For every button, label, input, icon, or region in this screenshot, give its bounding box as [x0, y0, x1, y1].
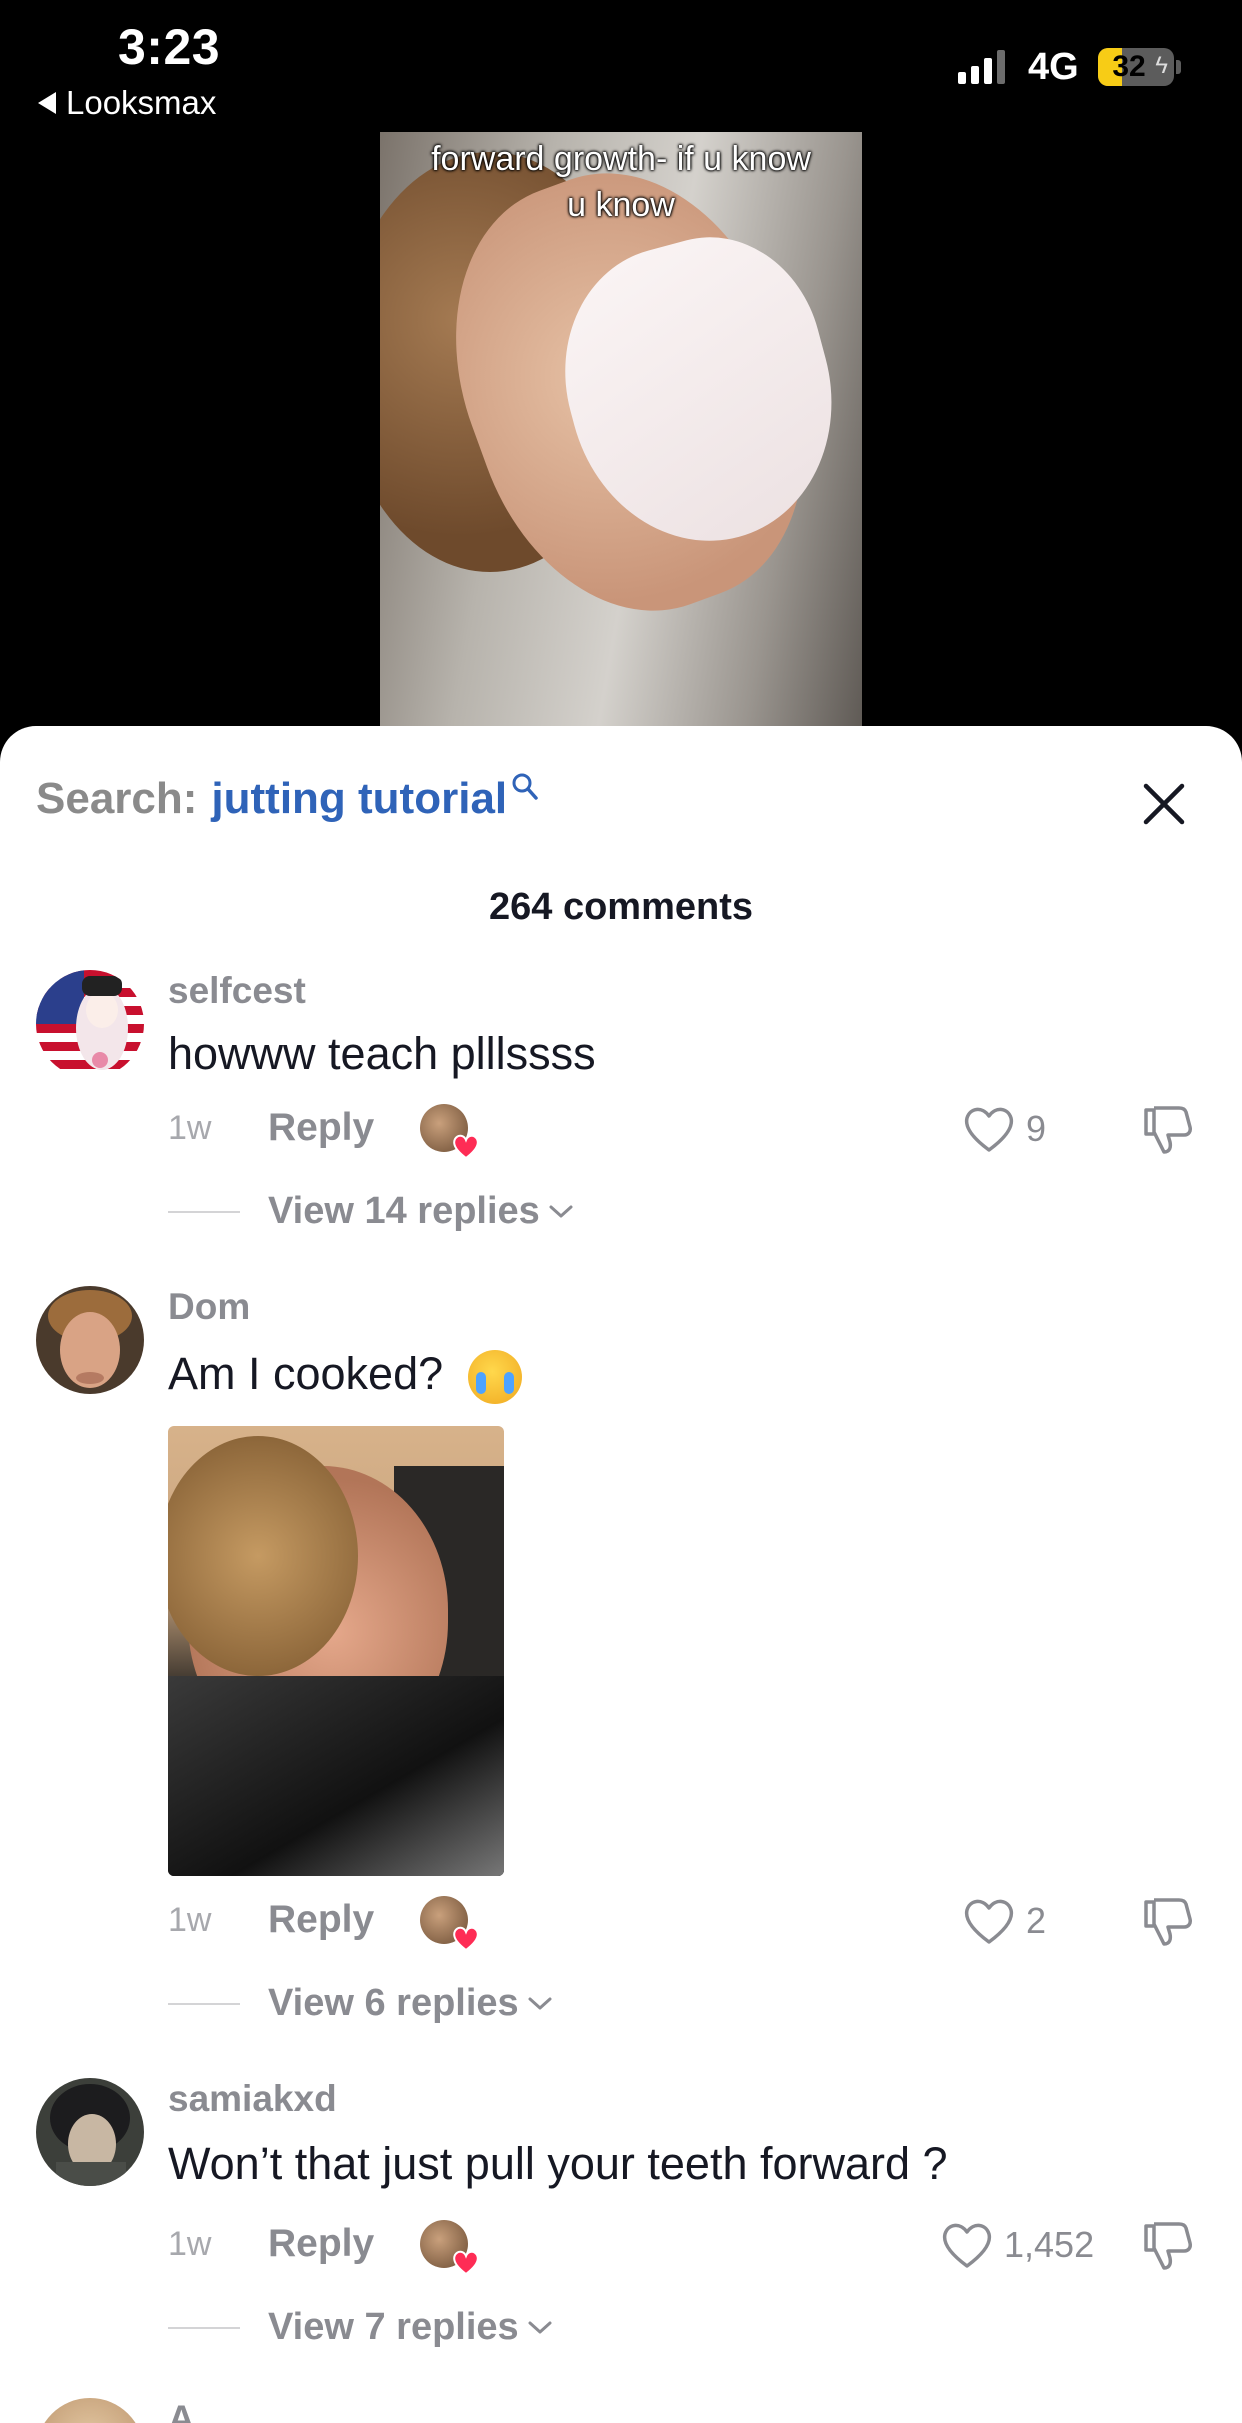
heart-outline-icon — [942, 2223, 992, 2268]
comment-time: 1w — [168, 1900, 212, 1939]
chevron-down-icon — [528, 2321, 552, 2333]
view-replies-button[interactable]: View 14 replies — [168, 1190, 574, 1233]
cellular-signal-icon — [958, 48, 1005, 84]
avatar[interactable] — [36, 2078, 144, 2186]
comment-text: Won’t that just pull your teeth forward … — [168, 2138, 948, 2189]
search-suggestion[interactable]: Search: jutting tutorial — [36, 773, 539, 824]
battery-level: 32 — [1112, 50, 1146, 83]
view-replies-label: View 7 replies — [268, 2306, 519, 2348]
comments-sheet: Search: jutting tutorial 264 comments se… — [0, 726, 1242, 2423]
battery-indicator: 32 ϟ — [1098, 48, 1174, 86]
comment-meta: 1w Reply — [168, 2220, 479, 2276]
view-replies-button[interactable]: View 7 replies — [168, 2306, 553, 2349]
like-button[interactable]: 9 — [962, 1104, 1046, 1154]
crying-face-icon — [467, 1350, 522, 1405]
comment-username[interactable]: A — [168, 2398, 195, 2423]
avatar[interactable] — [36, 2398, 144, 2423]
thumbs-down-icon[interactable] — [1140, 1102, 1196, 1158]
back-triangle-icon — [38, 92, 56, 114]
reply-button[interactable]: Reply — [268, 1106, 420, 1150]
reply-button[interactable]: Reply — [268, 2222, 420, 2266]
comment-meta: 1w Reply — [168, 1104, 479, 1160]
close-icon[interactable] — [1138, 778, 1190, 830]
comment-meta: 1w Reply — [168, 1896, 479, 1952]
chevron-down-icon — [549, 1205, 573, 1217]
chevron-down-icon — [528, 1997, 552, 2009]
view-replies-label: View 14 replies — [268, 1190, 540, 1232]
avatar[interactable] — [36, 1286, 144, 1394]
status-time: 3:23 — [118, 19, 221, 75]
thumbs-down-icon[interactable] — [1140, 2218, 1196, 2274]
view-replies-label: View 6 replies — [268, 1982, 519, 2024]
video-caption: forward growth- if u know u know — [431, 140, 811, 224]
comment-time: 1w — [168, 1108, 212, 1147]
creator-heart-icon — [453, 2250, 479, 2276]
like-button[interactable]: 2 — [962, 1896, 1046, 1946]
creator-liked-badge — [420, 1104, 479, 1160]
comment-username[interactable]: Dom — [168, 1286, 250, 1328]
comment-count: 264 comments — [488, 886, 753, 928]
search-icon — [512, 773, 538, 800]
comment-text-row: Am I cooked? — [168, 1348, 522, 1405]
view-replies-button[interactable]: View 6 replies — [168, 1982, 553, 2025]
comment-username[interactable]: selfcest — [168, 970, 306, 1012]
like-count: 2 — [1026, 1900, 1047, 1941]
search-term[interactable]: jutting tutorial — [211, 774, 507, 824]
reply-button[interactable]: Reply — [268, 1898, 420, 1942]
creator-heart-icon — [453, 1926, 479, 1952]
avatar[interactable] — [36, 970, 144, 1078]
comment-text: howww teach plllssss — [168, 1028, 596, 1079]
comment-photo[interactable] — [168, 1426, 504, 1876]
battery-tip — [1176, 60, 1181, 74]
back-app-label: Looksmax — [66, 84, 217, 121]
creator-heart-icon — [453, 1134, 479, 1160]
heart-outline-icon — [964, 1899, 1014, 1944]
comment-time: 1w — [168, 2224, 212, 2263]
creator-liked-badge — [420, 2220, 479, 2276]
comment-username[interactable]: samiakxd — [168, 2078, 337, 2120]
video-preview[interactable]: forward growth- if u know u know — [380, 132, 862, 732]
thumbs-down-icon[interactable] — [1140, 1894, 1196, 1950]
comment-text: Am I cooked? — [168, 1348, 444, 1399]
charging-bolt-icon: ϟ — [1155, 52, 1168, 79]
like-button[interactable]: 1,452 — [940, 2220, 1094, 2270]
search-label: Search: — [36, 774, 198, 823]
back-to-app-button[interactable]: Looksmax — [38, 84, 216, 122]
creator-liked-badge — [420, 1896, 479, 1952]
heart-outline-icon — [964, 1107, 1014, 1152]
like-count: 9 — [1026, 1108, 1047, 1149]
like-count: 1,452 — [1004, 2224, 1095, 2265]
network-type: 4G — [1028, 46, 1079, 88]
